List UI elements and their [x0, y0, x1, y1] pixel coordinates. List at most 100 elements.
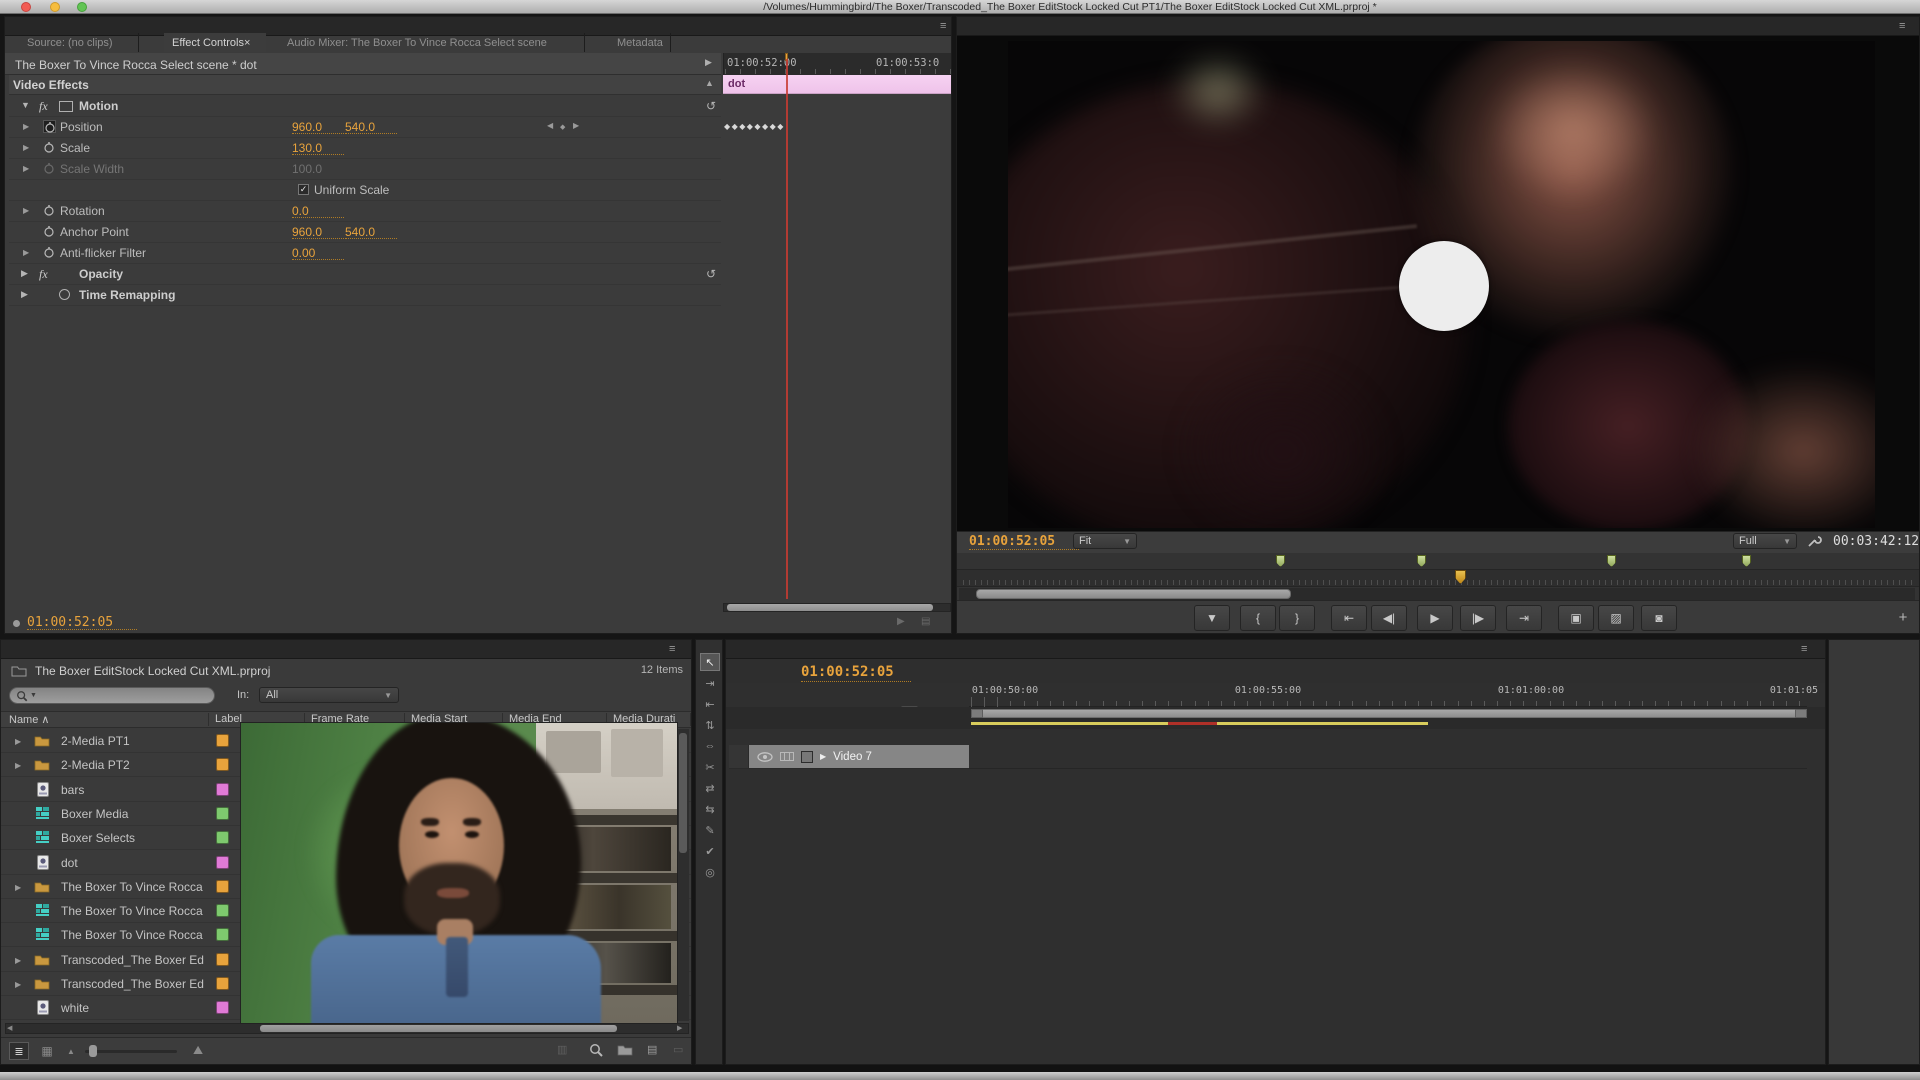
tab-effect-controls[interactable]: Effect Controls× [164, 33, 266, 52]
property-value[interactable]: 540.0 [345, 225, 397, 239]
hand-tool[interactable]: ✔ [700, 842, 720, 860]
label-color-chip[interactable] [216, 807, 229, 820]
label-color-chip[interactable] [216, 758, 229, 771]
twirl-icon[interactable]: ▶ [23, 206, 33, 218]
selection-tool[interactable]: ↖ [700, 653, 720, 671]
keyframe-diamond[interactable]: ◆ [777, 122, 785, 130]
reset-effect-icon[interactable]: ↺ [706, 267, 720, 281]
show-timeline-view-button[interactable]: ▶ [705, 57, 717, 69]
search-input[interactable]: ▼ [9, 687, 215, 704]
property-value[interactable]: 0.0 [292, 204, 344, 218]
twirl-icon[interactable]: ▶ [15, 761, 24, 771]
step-forward-button[interactable]: |▶ [1460, 605, 1496, 631]
property-value[interactable]: 0.00 [292, 246, 344, 260]
twirl-icon[interactable]: ▶ [21, 268, 31, 280]
ec-current-timecode[interactable]: 01:00:52:05 [27, 615, 137, 630]
uniform-scale-checkbox[interactable]: ✓ [298, 184, 309, 195]
close-tab-icon[interactable]: × [244, 37, 250, 49]
twirl-icon[interactable]: ▶ [15, 980, 24, 990]
track-lock-cell[interactable] [729, 745, 749, 769]
new-item-icon[interactable]: ▤ [647, 1043, 661, 1057]
twirl-icon[interactable]: ▶ [23, 248, 33, 260]
label-color-chip[interactable] [216, 953, 229, 966]
label-color-chip[interactable] [216, 880, 229, 893]
stopwatch-icon[interactable] [43, 162, 56, 175]
zoom-in-large-icon[interactable]: ⛰ [193, 1043, 209, 1057]
list-view-button[interactable]: ≣ [9, 1042, 29, 1060]
ec-hscrollbar-thumb[interactable] [727, 604, 933, 611]
slide-tool[interactable]: ⇆ [700, 800, 720, 818]
property-value[interactable]: 960.0 [292, 120, 344, 134]
icon-view-button[interactable]: ▦ [37, 1042, 57, 1060]
pen-tool[interactable]: ✎ [700, 821, 720, 839]
tab-metadata[interactable]: Metadata [609, 33, 671, 52]
zoom-window-button[interactable] [77, 2, 87, 12]
automate-to-sequence-icon[interactable]: ▥ [557, 1043, 573, 1057]
property-value[interactable]: 100.0 [292, 162, 344, 176]
eye-icon[interactable] [757, 752, 773, 762]
track-display-style-icon[interactable] [780, 751, 794, 762]
workarea-right-handle[interactable] [1795, 709, 1807, 718]
twirl-icon[interactable]: ▶ [15, 883, 24, 893]
search-dropdown-icon[interactable]: ▼ [30, 692, 37, 699]
mark-in-button[interactable]: { [1240, 605, 1276, 631]
new-bin-icon[interactable] [617, 1043, 633, 1057]
stopwatch-icon[interactable] [43, 141, 56, 154]
scroll-left-arrow-icon[interactable]: ◀ [7, 1025, 17, 1032]
panel-menu-icon[interactable]: ≡ [1801, 643, 1815, 655]
stopwatch-icon[interactable] [43, 204, 56, 217]
track-toggle-box[interactable] [801, 751, 813, 763]
export-frame-button[interactable]: ◙ [1641, 605, 1677, 631]
thumbnail-zoom-thumb[interactable] [89, 1045, 97, 1057]
ec-play-icon[interactable]: ▶ [897, 616, 911, 629]
prev-keyframe-icon[interactable]: ◀ [547, 121, 556, 133]
rate-stretch-tool[interactable]: ⇔ [700, 737, 720, 755]
label-color-chip[interactable] [216, 904, 229, 917]
ripple-edit-tool[interactable]: ⇤ [700, 695, 720, 713]
tab-audio-mixer-the-boxer-to-vince-rocca-select-scene[interactable]: Audio Mixer: The Boxer To Vince Rocca Se… [279, 33, 585, 52]
property-value[interactable]: 540.0 [345, 120, 397, 134]
zoom-out-small-icon[interactable]: ▲ [67, 1047, 77, 1055]
step-back-button[interactable]: ◀| [1371, 605, 1407, 631]
label-color-chip[interactable] [216, 977, 229, 990]
rolling-edit-tool[interactable]: ⇅ [700, 716, 720, 734]
workarea-bar[interactable] [971, 709, 1807, 718]
scroll-right-arrow-icon[interactable]: ▶ [677, 1025, 687, 1032]
property-value[interactable]: 130.0 [292, 141, 344, 155]
add-keyframe-icon[interactable]: ◆ [560, 123, 569, 132]
twirl-icon[interactable]: ▶ [15, 737, 24, 747]
quality-dropdown[interactable]: Full▼ [1733, 533, 1797, 549]
property-value[interactable]: 960.0 [292, 225, 344, 239]
slip-tool[interactable]: ⇄ [700, 779, 720, 797]
settings-wrench-icon[interactable] [1807, 534, 1822, 549]
thumbnail-zoom-slider[interactable] [85, 1050, 177, 1053]
project-hscrollbar-thumb[interactable] [260, 1025, 617, 1032]
reset-effect-icon[interactable]: ↺ [706, 99, 720, 113]
label-color-chip[interactable] [216, 783, 229, 796]
clear-trash-icon[interactable]: ▭ [673, 1043, 685, 1057]
track-header-video-7[interactable]: ▶Video 7 [749, 745, 969, 769]
track-content-video-7[interactable] [969, 745, 1807, 769]
play-button[interactable]: ▶ [1417, 605, 1453, 631]
twirl-icon[interactable]: ▶ [15, 956, 24, 966]
label-color-chip[interactable] [216, 928, 229, 941]
stopwatch-icon[interactable] [43, 225, 56, 238]
twirl-icon[interactable]: ▶ [23, 122, 33, 134]
track-select-tool[interactable]: ⇥ [700, 674, 720, 692]
label-color-chip[interactable] [216, 831, 229, 844]
add-marker-button[interactable]: ▼ [1194, 605, 1230, 631]
workarea-left-handle[interactable] [971, 709, 983, 718]
razor-tool[interactable]: ✂ [700, 758, 720, 776]
panel-menu-icon[interactable]: ≡ [1899, 20, 1913, 32]
column-header-name[interactable]: Name ∧ [9, 713, 209, 726]
panel-menu-icon[interactable]: ≡ [669, 643, 683, 655]
search-scope-dropdown[interactable]: All▼ [259, 687, 399, 703]
next-keyframe-icon[interactable]: ▶ [573, 121, 582, 133]
ec-export-icon[interactable]: ▤ [921, 616, 935, 629]
close-window-button[interactable] [21, 2, 31, 12]
stopwatch-icon[interactable] [43, 246, 56, 259]
expand-track-icon[interactable]: ▶ [820, 752, 826, 761]
zoom-tool[interactable]: ◎ [700, 863, 720, 881]
twirl-icon[interactable]: ▶ [23, 164, 33, 176]
add-panel-button[interactable]: + [1895, 609, 1911, 627]
